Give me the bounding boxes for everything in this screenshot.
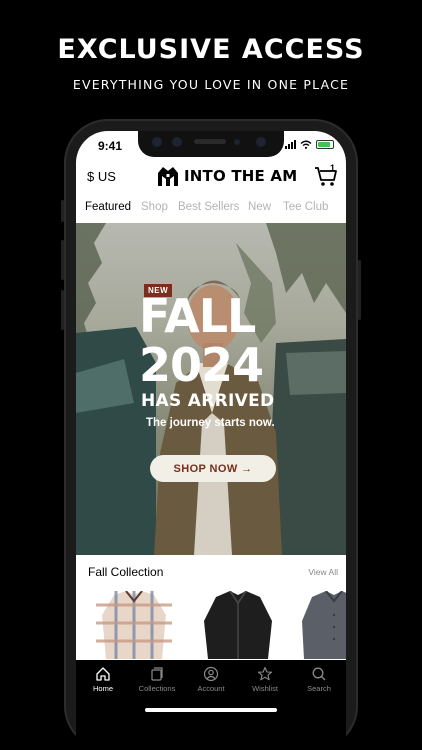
grey-shirt-image bbox=[302, 590, 346, 659]
home-icon bbox=[96, 667, 110, 681]
status-time: 9:41 bbox=[98, 139, 123, 153]
cart-button[interactable]: 1 bbox=[314, 163, 338, 187]
hero-banner[interactable]: NEW FALL 2024 HAS ARRIVED The journey st… bbox=[76, 223, 346, 555]
tab-label: Wishlist bbox=[252, 684, 278, 693]
tab-home[interactable]: Home bbox=[76, 666, 130, 693]
signal-icon bbox=[285, 140, 296, 149]
bottom-tab-bar: Home Collections Account Wishlist Search bbox=[76, 660, 346, 750]
category-nav: Featured Shop Best Sellers New Tee Club bbox=[76, 199, 346, 219]
shop-now-button[interactable]: SHOP NOW → bbox=[150, 455, 276, 482]
collections-icon bbox=[151, 667, 163, 681]
product-card[interactable] bbox=[200, 590, 276, 659]
brand-name: INTO THE AM bbox=[184, 167, 298, 185]
notch bbox=[138, 131, 284, 157]
status-icons bbox=[285, 140, 334, 149]
speaker-grille bbox=[194, 139, 226, 144]
collection-header: Fall Collection View All bbox=[76, 565, 346, 581]
tab-account[interactable]: Account bbox=[184, 666, 238, 693]
wifi-icon bbox=[300, 140, 312, 149]
search-icon bbox=[312, 667, 326, 681]
phone-volume-down-button bbox=[61, 290, 64, 330]
tab-featured[interactable]: Featured bbox=[85, 201, 131, 213]
camera-icon bbox=[172, 137, 182, 147]
promo-title: EXCLUSIVE ACCESS bbox=[57, 34, 365, 65]
hero-tagline: The journey starts now. bbox=[146, 417, 275, 429]
black-jacket-image bbox=[204, 590, 272, 659]
product-card[interactable] bbox=[96, 590, 172, 659]
currency-selector[interactable]: $ US bbox=[87, 169, 116, 184]
app-screen: 9:41 $ US INTO THE AM 1 Featured Shop Be… bbox=[76, 131, 346, 750]
tab-tee-club[interactable]: Tee Club bbox=[283, 201, 328, 213]
hero-title-line3: HAS ARRIVED bbox=[141, 391, 275, 411]
app-header: $ US INTO THE AM 1 bbox=[76, 163, 346, 193]
tab-search[interactable]: Search bbox=[292, 666, 346, 693]
phone-power-button bbox=[358, 260, 361, 320]
view-all-link[interactable]: View All bbox=[308, 567, 338, 577]
phone-volume-up-button bbox=[61, 240, 64, 280]
tab-wishlist[interactable]: Wishlist bbox=[238, 666, 292, 693]
account-icon bbox=[203, 666, 219, 682]
brand-mark-icon bbox=[158, 167, 178, 186]
tab-new[interactable]: New bbox=[248, 201, 271, 213]
tab-label: Home bbox=[92, 684, 113, 693]
plaid-shirt-image bbox=[96, 590, 172, 659]
cart-count-badge: 1 bbox=[329, 163, 335, 173]
star-icon bbox=[257, 666, 273, 681]
tab-collections[interactable]: Collections bbox=[130, 666, 184, 693]
tab-label: Search bbox=[307, 684, 331, 693]
product-card[interactable] bbox=[302, 590, 346, 659]
tab-shop[interactable]: Shop bbox=[141, 201, 168, 213]
brand-logo[interactable]: INTO THE AM bbox=[156, 165, 297, 187]
hero-title-line1: FALL bbox=[139, 289, 256, 343]
hero-title-line2: 2024 bbox=[139, 338, 264, 392]
battery-icon bbox=[316, 140, 334, 149]
tab-label: Collections bbox=[138, 684, 176, 693]
camera-icon bbox=[234, 139, 240, 145]
tab-best-sellers[interactable]: Best Sellers bbox=[178, 201, 239, 213]
tab-label: Account bbox=[197, 684, 225, 693]
phone-side-button bbox=[61, 200, 64, 222]
camera-icon bbox=[152, 137, 162, 147]
camera-icon bbox=[256, 137, 266, 147]
home-indicator[interactable] bbox=[145, 708, 277, 712]
collection-title: Fall Collection bbox=[88, 565, 164, 579]
product-carousel bbox=[76, 590, 346, 659]
promo-subtitle: EVERYTHING YOU LOVE IN ONE PLACE bbox=[72, 77, 350, 92]
